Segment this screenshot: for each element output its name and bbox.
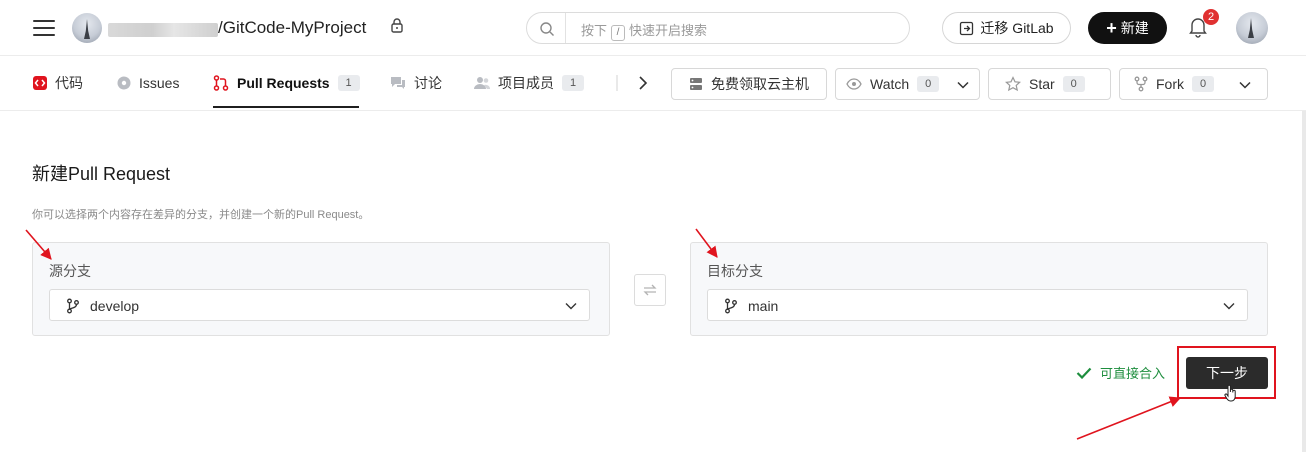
merge-status: 可直接合入 [1076,363,1165,382]
active-tab-indicator [213,106,359,108]
fork-icon [1134,76,1148,92]
chevron-down-icon [1223,303,1235,310]
source-branch-panel: 源分支 develop [32,242,610,336]
pull-request-icon [213,75,229,91]
repo-tab-bar: 代码 Issues Pull Requests 1 讨论 项目成员 1 免费领取… [0,57,1306,111]
discussion-icon [391,77,405,89]
annotation-arrow [1076,396,1182,440]
top-header: /GitCode-MyProject 按下 / 快速开启搜索 迁移 GitLab +… [0,0,1306,56]
chevron-down-icon [565,303,577,310]
search-placeholder: 按下 / 快速开启搜索 [581,20,707,41]
tab-issues[interactable]: Issues [117,57,179,109]
source-branch-label: 源分支 [49,263,91,279]
pull-requests-count: 1 [337,75,360,91]
target-branch-select[interactable]: main [707,289,1248,321]
eye-icon [846,78,862,90]
overflow-tab-hint [616,75,626,91]
issues-icon [117,76,131,90]
members-count: 1 [562,75,584,91]
redacted-owner [108,23,218,37]
chevron-down-icon[interactable] [957,80,969,90]
user-avatar[interactable] [1236,12,1268,44]
server-icon [690,78,702,90]
members-icon [474,77,490,89]
tab-pull-requests[interactable]: Pull Requests 1 [213,57,360,109]
search-input[interactable]: 按下 / 快速开启搜索 [526,12,910,44]
branch-icon [67,298,79,314]
source-branch-value: develop [90,298,140,314]
target-branch-value: main [748,298,779,314]
new-button[interactable]: + 新建 [1088,12,1167,44]
fork-button[interactable]: Fork 0 [1119,68,1268,100]
hand-cursor-icon [1224,384,1236,402]
target-branch-panel: 目标分支 main [690,242,1268,336]
project-path[interactable]: /GitCode-MyProject [218,18,366,38]
branch-icon [725,298,737,314]
migrate-gitlab-button[interactable]: 迁移 GitLab [942,12,1071,44]
swap-branches-button[interactable] [634,274,666,306]
tab-discussion[interactable]: 讨论 [390,57,442,109]
chevron-right-icon[interactable] [636,74,650,92]
page-description: 你可以选择两个内容存在差异的分支，并创建一个新的Pull Request。 [32,209,370,221]
target-branch-label: 目标分支 [707,263,763,279]
watch-button[interactable]: Watch 0 [835,68,980,100]
menu-icon[interactable] [33,16,55,38]
tab-members[interactable]: 项目成员 1 [474,57,584,109]
tab-code[interactable]: 代码 [33,57,83,109]
code-icon [33,76,47,90]
lock-icon [391,18,403,33]
plus-icon: + [1106,18,1117,38]
free-cloud-host-button[interactable]: 免费领取云主机 [671,68,827,100]
fork-count: 0 [1192,76,1214,92]
search-icon [540,22,554,36]
notification-count-badge: 2 [1203,9,1219,25]
page-title: 新建Pull Request [32,164,171,184]
source-branch-select[interactable]: develop [49,289,590,321]
chevron-down-icon[interactable] [1239,80,1251,90]
scrollbar[interactable] [1302,111,1306,452]
star-button[interactable]: Star 0 [988,68,1111,100]
import-icon [960,21,974,35]
watch-count: 0 [917,76,940,92]
star-count: 0 [1062,76,1085,92]
avatar[interactable] [72,13,102,43]
check-icon [1076,367,1092,379]
star-icon [1005,76,1021,92]
swap-icon [643,284,657,296]
